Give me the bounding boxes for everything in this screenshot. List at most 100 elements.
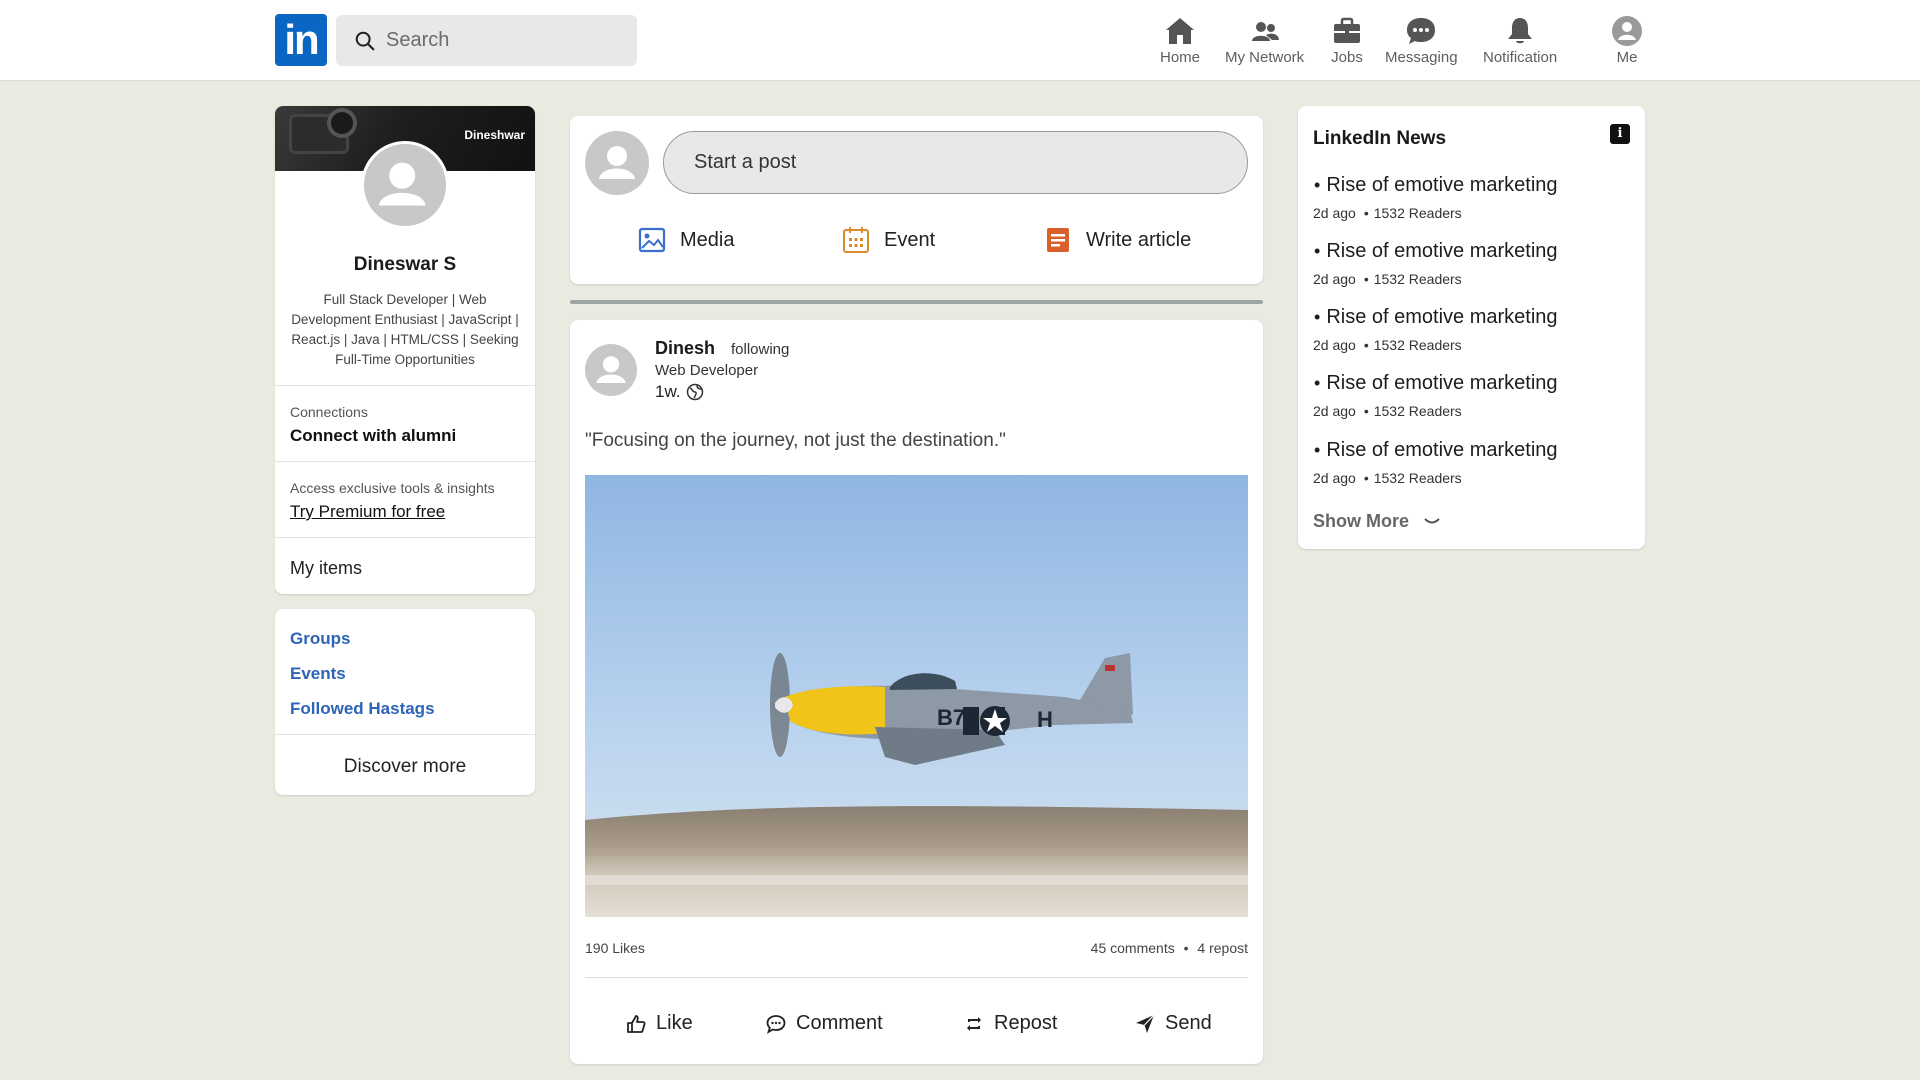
like-label: Like [656, 1012, 693, 1034]
composer-avatar [585, 131, 649, 195]
comment-icon [766, 1014, 786, 1034]
my-items-link[interactable]: My items [290, 558, 362, 579]
divider [275, 385, 535, 386]
repost-label: Repost [994, 1012, 1058, 1034]
nav-messaging[interactable]: Messaging [1385, 16, 1458, 66]
post-time-text: 1w. [655, 382, 681, 401]
repost-button[interactable]: Repost [964, 1012, 1057, 1035]
profile-card: Dineshwar Dineswar S Full Stack Develope… [275, 106, 535, 594]
like-button[interactable]: Like [626, 1012, 693, 1035]
feed-separator [570, 300, 1263, 304]
nav-me[interactable]: Me [1611, 16, 1643, 66]
person-icon [596, 356, 626, 383]
person-icon [599, 146, 635, 179]
info-icon[interactable]: i [1610, 124, 1630, 144]
thumbs-up-icon [627, 1014, 646, 1033]
calendar-icon [843, 227, 869, 253]
repost-icon [967, 1016, 981, 1031]
nav-me-label: Me [1616, 49, 1638, 66]
svg-text:B7: B7 [937, 705, 965, 730]
post-text: "Focusing on the journey, not just the d… [585, 430, 1006, 451]
send-label: Send [1165, 1012, 1212, 1034]
premium-section[interactable]: Access exclusive tools & insights Try Pr… [290, 480, 495, 522]
search-icon [355, 31, 375, 50]
post-image[interactable]: B7 H [585, 475, 1248, 917]
news-headline[interactable]: Rise of emotive marketing [1326, 439, 1557, 461]
news-readers: 1532 Readers [1373, 470, 1462, 486]
news-age: 2d ago [1313, 205, 1356, 221]
news-item[interactable]: • Rise of emotive marketing 2d ago • 1532 R… [1313, 372, 1633, 419]
search-input[interactable] [386, 29, 606, 52]
nav-messaging-label: Messaging [1385, 49, 1458, 66]
cover-brand: Dineshwar [464, 128, 525, 142]
send-button[interactable]: Send [1135, 1012, 1212, 1035]
nav-my-network[interactable]: My Network [1225, 16, 1304, 66]
post-author-name[interactable]: Dinesh [655, 338, 715, 359]
media-label: Media [680, 228, 735, 251]
search-box[interactable] [336, 15, 637, 66]
nav-home[interactable]: Home [1160, 16, 1200, 66]
divider [275, 537, 535, 538]
nav-jobs[interactable]: Jobs [1331, 16, 1363, 66]
divider [275, 734, 535, 735]
bullet-dot: • [1314, 440, 1321, 460]
profile-avatar[interactable] [361, 141, 449, 229]
home-icon [1166, 18, 1194, 44]
bullet-dot: • [1314, 175, 1321, 195]
news-age: 2d ago [1313, 271, 1356, 287]
events-link[interactable]: Events [290, 664, 346, 684]
followed-hashtags-link[interactable]: Followed Hastags [290, 699, 435, 719]
nav-jobs-label: Jobs [1331, 49, 1363, 66]
comment-button[interactable]: Comment [766, 1012, 883, 1035]
linkedin-news-card: LinkedIn News i • Rise of emotive marketi… [1298, 106, 1645, 549]
news-age: 2d ago [1313, 470, 1356, 486]
linkedin-logo[interactable]: in [275, 14, 327, 66]
briefcase-icon [1334, 17, 1360, 43]
comments-count[interactable]: 45 comments [1091, 940, 1175, 956]
nav-notification[interactable]: Notification [1483, 16, 1557, 66]
nav-notification-label: Notification [1483, 49, 1558, 66]
engagement-stats: 45 comments • 4 repost [1091, 940, 1248, 956]
news-headline[interactable]: Rise of emotive marketing [1326, 240, 1557, 262]
news-headline[interactable]: Rise of emotive marketing [1326, 174, 1557, 196]
discover-more-button[interactable]: Discover more [275, 756, 535, 778]
airplane-photo: B7 H [585, 475, 1248, 917]
news-item[interactable]: • Rise of emotive marketing 2d ago • 1532 R… [1313, 174, 1633, 221]
shortcuts-card: Groups Events Followed Hastags Discover … [275, 609, 535, 795]
top-navbar: in Home My Network Jobs Messaging Notifi… [0, 0, 1920, 81]
post-author-avatar[interactable] [585, 344, 637, 396]
premium-label: Access exclusive tools & insights [290, 480, 495, 496]
write-article-button[interactable]: Write article [1044, 226, 1191, 254]
likes-count[interactable]: 190 Likes [585, 940, 645, 956]
news-headline[interactable]: Rise of emotive marketing [1326, 306, 1557, 328]
news-item[interactable]: • Rise of emotive marketing 2d ago • 1532 R… [1313, 306, 1633, 353]
nav-home-label: Home [1160, 49, 1201, 66]
post-composer: Start a post Media Event Write article [570, 116, 1263, 284]
connect-alumni-link[interactable]: Connect with alumni [290, 426, 456, 446]
news-item[interactable]: • Rise of emotive marketing 2d ago • 1532 R… [1313, 240, 1633, 287]
show-more-label: Show More [1313, 511, 1410, 531]
event-button[interactable]: Event [842, 226, 935, 254]
follow-status[interactable]: following [731, 341, 789, 358]
repost-count[interactable]: 4 repost [1197, 940, 1248, 956]
groups-link[interactable]: Groups [290, 629, 350, 649]
news-age: 2d ago [1313, 337, 1356, 353]
globe-icon [686, 383, 703, 401]
try-premium-link[interactable]: Try Premium for free [290, 502, 495, 522]
news-title: LinkedIn News [1313, 128, 1447, 149]
connections-section[interactable]: Connections Connect with alumni [290, 404, 456, 446]
media-button[interactable]: Media [638, 226, 734, 254]
image-icon [638, 227, 666, 253]
show-more-button[interactable]: Show More [1313, 511, 1441, 532]
bell-icon [1508, 18, 1533, 44]
chat-icon [1407, 18, 1436, 44]
news-item[interactable]: • Rise of emotive marketing 2d ago • 1532 R… [1313, 439, 1633, 486]
news-headline[interactable]: Rise of emotive marketing [1326, 372, 1557, 394]
dot-separator: • [1183, 940, 1189, 956]
nav-network-label: My Network [1225, 49, 1305, 66]
post-author-role: Web Developer [655, 362, 759, 379]
profile-name[interactable]: Dineswar S [275, 254, 535, 276]
avatar-icon [1612, 16, 1642, 46]
start-post-input[interactable]: Start a post [663, 131, 1248, 194]
network-icon [1251, 22, 1279, 41]
